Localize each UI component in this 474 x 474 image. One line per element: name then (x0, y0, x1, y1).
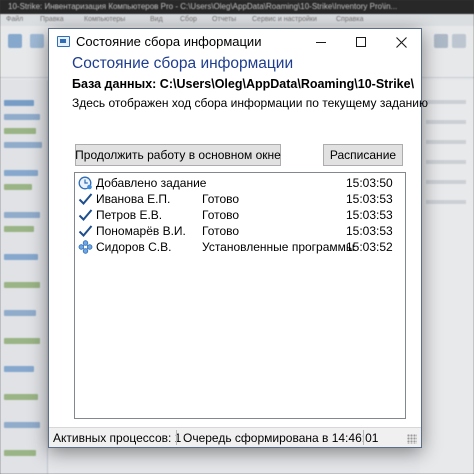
window-icon (57, 36, 70, 47)
continue-in-main-window-button[interactable]: Продолжить работу в основном окне (75, 144, 281, 166)
log-item-name: Пономарёв В.И. (96, 224, 186, 238)
maximize-icon (356, 37, 366, 47)
status-bar: Активных процессов: 1 Очередь сформирова… (49, 427, 421, 447)
log-row[interactable]: Добавлено задание 15:03:50 (75, 175, 405, 191)
log-item-name: Добавлено задание (96, 176, 207, 190)
log-row[interactable]: Иванова Е.П. Готово 15:03:53 (75, 191, 405, 207)
close-icon (395, 36, 407, 48)
maximize-button[interactable] (341, 29, 381, 55)
minimize-button[interactable] (301, 29, 341, 55)
checkmark-icon (78, 209, 93, 221)
checkmark-icon (78, 225, 93, 237)
resize-grip-icon[interactable] (407, 434, 417, 444)
schedule-button[interactable]: Расписание (323, 144, 403, 166)
status-separator (176, 430, 177, 445)
log-item-time: 15:03:53 (346, 192, 393, 206)
log-row[interactable]: Петров Е.В. Готово 15:03:53 (75, 207, 405, 223)
log-item-time: 15:03:52 (346, 240, 393, 254)
minimize-icon (316, 41, 326, 43)
progress-log-list[interactable]: Добавлено задание 15:03:50 Иванова Е.П. … (74, 172, 406, 419)
log-item-name: Петров Е.В. (96, 208, 163, 222)
log-item-time: 15:03:50 (346, 176, 393, 190)
log-item-status: Готово (202, 192, 240, 206)
log-row[interactable]: Сидоров С.В. Установленные программы 15:… (75, 239, 405, 255)
log-item-status: Готово (202, 224, 240, 238)
collection-status-dialog: Состояние сбора информации Состояние сбо… (48, 28, 428, 448)
log-item-time: 15:03:53 (346, 224, 393, 238)
log-item-name: Иванова Е.П. (96, 192, 171, 206)
window-title: Состояние сбора информации (76, 34, 262, 49)
log-item-name: Сидоров С.В. (96, 240, 172, 254)
close-button[interactable] (381, 29, 421, 55)
dialog-titlebar[interactable]: Состояние сбора информации (49, 29, 421, 55)
log-item-time: 15:03:53 (346, 208, 393, 222)
database-path: База данных: C:\Users\Oleg\AppData\Roami… (72, 77, 415, 91)
active-processes-count: Активных процессов: 1 (53, 431, 182, 445)
log-row[interactable]: Пономарёв В.И. Готово 15:03:53 (75, 223, 405, 239)
clock-icon (78, 176, 92, 190)
checkmark-icon (78, 193, 93, 205)
status-separator (363, 430, 364, 445)
log-item-status: Установленные программы (202, 240, 355, 254)
dialog-description: Здесь отображен ход сбора информации по … (72, 96, 429, 110)
queue-formed-time: Очередь сформирована в 14:46:01 (183, 431, 379, 445)
dialog-heading: Состояние сбора информации (72, 55, 294, 72)
log-item-status: Готово (202, 208, 240, 222)
network-nodes-icon (78, 240, 93, 254)
